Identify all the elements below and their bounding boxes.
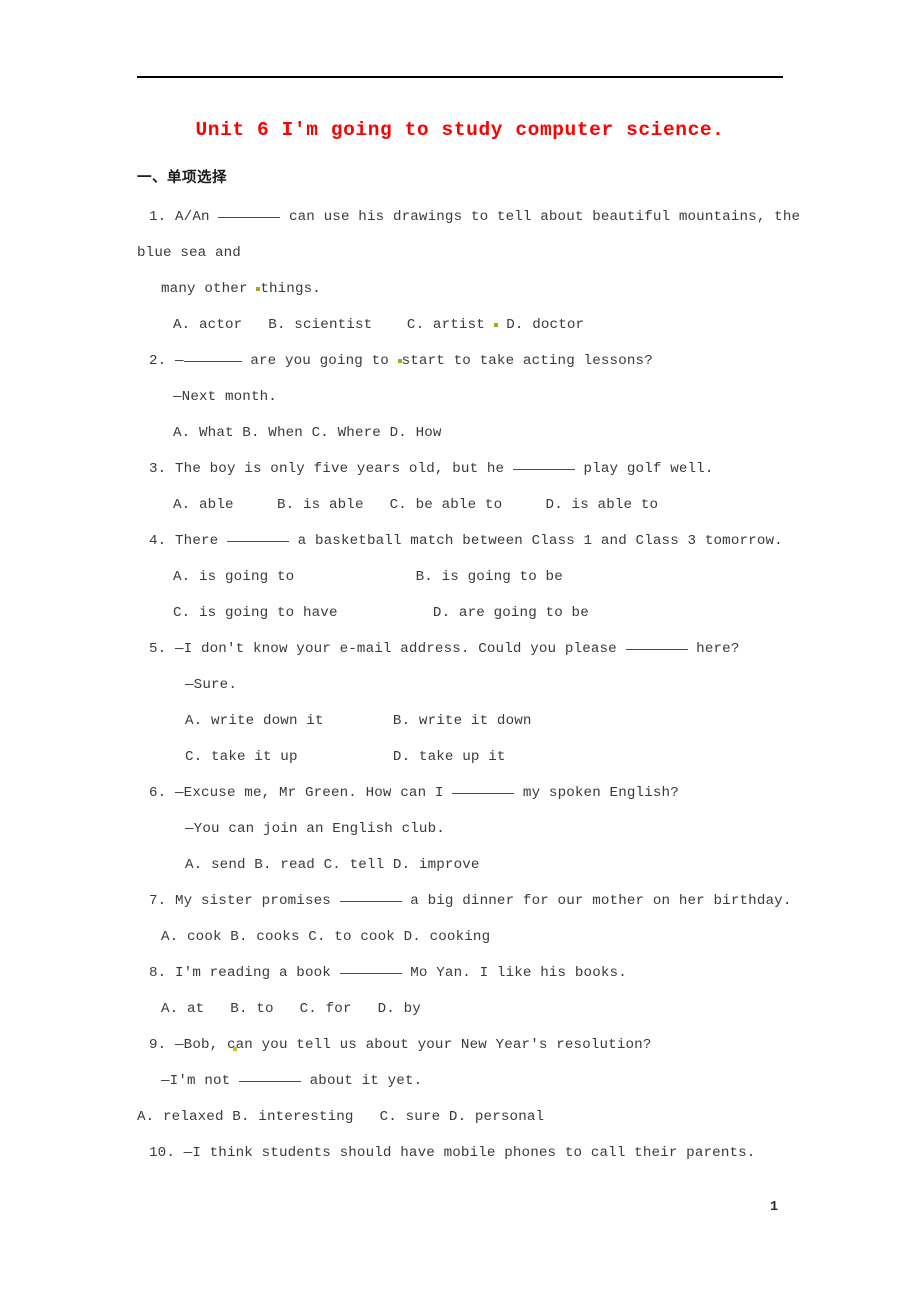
q8-stem-suffix: Mo Yan. I like his books.: [401, 965, 627, 981]
question-6-options[interactable]: A. send B. read C. tell D. improve: [137, 847, 797, 883]
question-1-stem-line-1: 1. A/An can use his drawings to tell abo…: [137, 199, 801, 235]
question-9-stem: 9. —Bob, can you tell us about your New …: [137, 1027, 797, 1063]
q6-stem-suffix: my spoken English?: [514, 785, 679, 801]
q7-answer-blank[interactable]: [339, 890, 402, 902]
page-title: Unit 6 I'm going to study computer scien…: [195, 119, 725, 141]
question-6-response: —You can join an English club.: [185, 821, 445, 837]
question-7-stem: 7. My sister promises a big dinner for o…: [137, 883, 797, 919]
q4-stem-prefix: 4. There: [149, 533, 227, 549]
q6-answer-blank[interactable]: [452, 782, 515, 794]
q2-stem-suffix: start to take acting lessons?: [401, 353, 653, 369]
question-2-stem: 2. — are you going to start to take acti…: [137, 343, 797, 379]
q9-stem-prefix: 9. —Bob, c: [149, 1037, 236, 1053]
q3-stem-suffix: play golf well.: [574, 461, 714, 477]
question-5-options-ab[interactable]: A. write down it B. write it down: [137, 703, 797, 739]
question-5-response: —Sure.: [185, 677, 237, 693]
question-4-stem: 4. There a basketball match between Clas…: [137, 523, 797, 559]
q2-stem-prefix: 2. —: [149, 353, 184, 369]
q4-stem-suffix: a basketball match between Class 1 and C…: [288, 533, 783, 549]
q3-answer-blank[interactable]: [512, 458, 575, 470]
q2-stem-mid: are you going to: [241, 353, 398, 369]
q9-stem-suffix: an you tell us about your New Year's res…: [235, 1037, 652, 1053]
question-10-stem: 10. —I think students should have mobile…: [149, 1145, 756, 1161]
q9-answer-blank[interactable]: [238, 1070, 301, 1082]
q1-stem-prefix: 1. A/An: [149, 209, 219, 225]
q3-stem-prefix: 3. The boy is only five years old, but h…: [149, 461, 513, 477]
q1-stem-line3-prefix: many other: [161, 281, 257, 297]
q7-stem-suffix: a big dinner for our mother on her birth…: [401, 893, 792, 909]
question-9-options[interactable]: A. relaxed B. interesting C. sure D. per…: [137, 1099, 797, 1135]
spellcheck-mark-icon: [232, 1047, 237, 1051]
q2-answer-blank[interactable]: [183, 350, 242, 362]
q6-stem-prefix: 6. —Excuse me, Mr Green. How can I: [149, 785, 453, 801]
question-8-options[interactable]: A. at B. to C. for D. by: [137, 991, 797, 1027]
q5-stem-prefix: 5. —I don't know your e-mail address. Co…: [149, 641, 626, 657]
q4-answer-blank[interactable]: [226, 530, 289, 542]
question-7-options[interactable]: A. cook B. cooks C. to cook D. cooking: [137, 919, 797, 955]
question-5-options-cd[interactable]: C. take it up D. take up it: [137, 739, 797, 775]
q9-response-suffix: about it yet.: [300, 1073, 423, 1089]
question-3-stem: 3. The boy is only five years old, but h…: [137, 451, 797, 487]
page-number: 1: [770, 1200, 779, 1215]
question-1-stem-line-2: blue sea and: [137, 245, 241, 261]
q1-options-right[interactable]: D. doctor: [498, 317, 585, 333]
section-heading-multiple-choice: 一、单项选择: [137, 170, 227, 186]
question-2-options[interactable]: A. What B. When C. Where D. How: [137, 415, 797, 451]
question-8-stem: 8. I'm reading a book Mo Yan. I like his…: [137, 955, 797, 991]
question-4-options-ab[interactable]: A. is going to B. is going to be: [137, 559, 797, 595]
question-9-response: —I'm not about it yet.: [137, 1063, 797, 1099]
question-3-options[interactable]: A. able B. is able C. be able to D. is a…: [137, 487, 797, 523]
q9-response-prefix: —I'm not: [161, 1073, 239, 1089]
q1-answer-blank[interactable]: [218, 206, 281, 218]
document-page: Unit 6 I'm going to study computer scien…: [0, 0, 920, 1302]
question-6-stem: 6. —Excuse me, Mr Green. How can I my sp…: [137, 775, 797, 811]
question-1-stem-line-3: many other things.: [137, 271, 797, 307]
q5-answer-blank[interactable]: [625, 638, 688, 650]
q5-stem-suffix: here?: [687, 641, 740, 657]
q8-stem-prefix: 8. I'm reading a book: [149, 965, 340, 981]
question-1-options: A. actor B. scientist C. artist D. docto…: [137, 307, 797, 343]
q1-stem-line3-suffix: things.: [260, 281, 321, 297]
question-4-options-cd[interactable]: C. is going to have D. are going to be: [137, 595, 797, 631]
question-5-stem: 5. —I don't know your e-mail address. Co…: [137, 631, 797, 667]
header-divider-rule: [137, 76, 783, 78]
q1-options-left[interactable]: A. actor B. scientist C. artist: [173, 317, 494, 333]
question-2-response: —Next month.: [173, 389, 277, 405]
exercise-content: 一、单项选择 1. A/An can use his drawings to t…: [137, 163, 801, 1171]
q8-answer-blank[interactable]: [339, 962, 402, 974]
q1-stem-suffix: can use his drawings to tell about beaut…: [280, 209, 801, 225]
q7-stem-prefix: 7. My sister promises: [149, 893, 340, 909]
